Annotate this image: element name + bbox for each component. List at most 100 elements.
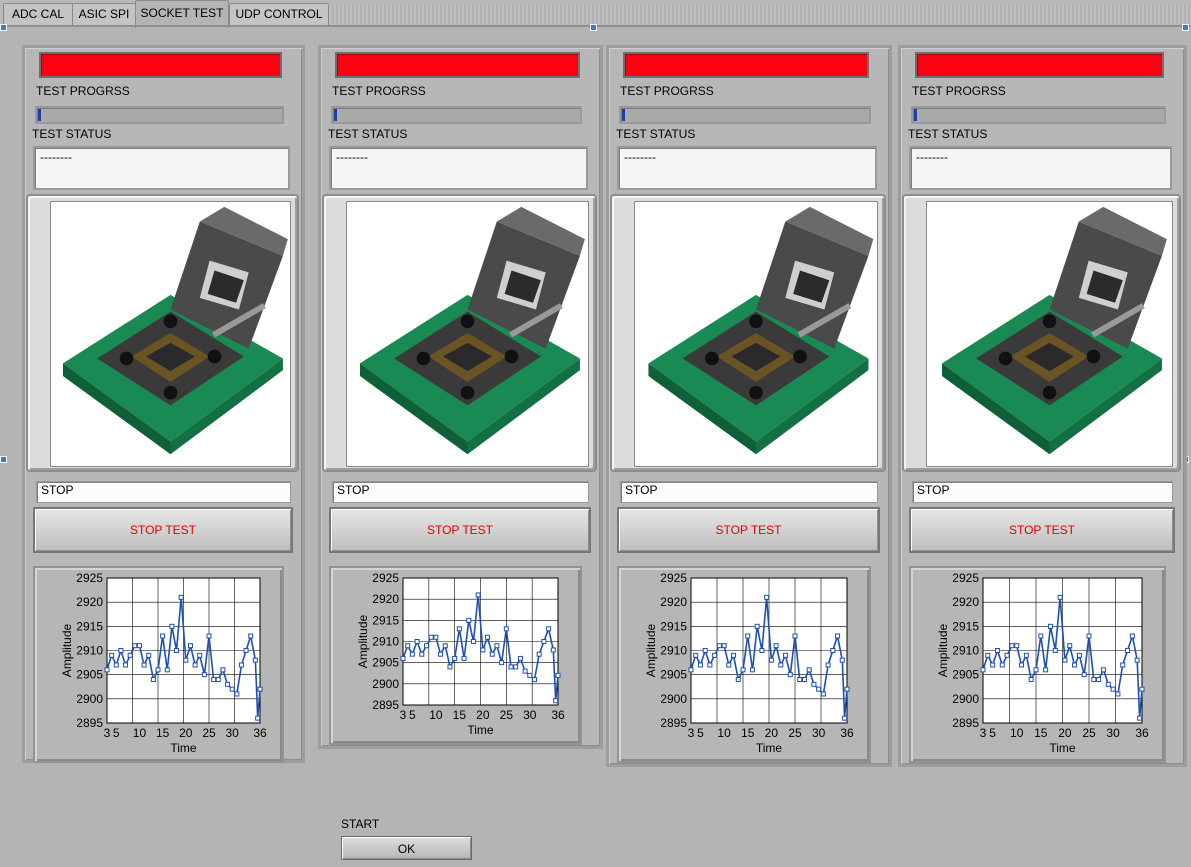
x-tick-label: 5 <box>697 726 704 740</box>
data-point <box>1125 648 1131 653</box>
data-point <box>1062 657 1068 663</box>
socket-photo-image <box>346 201 589 467</box>
data-point <box>1043 667 1049 673</box>
data-point <box>1134 657 1140 663</box>
y-tick-label: 2900 <box>952 692 979 706</box>
selection-handle[interactable] <box>1182 24 1189 31</box>
tab-asic-spi[interactable]: ASIC SPI <box>72 3 136 25</box>
socket-image-frame <box>902 194 1181 472</box>
data-point <box>248 633 254 639</box>
start-label: START <box>341 817 380 831</box>
data-point <box>1052 648 1058 653</box>
test-progress-label: TEST PROGRSS <box>620 84 714 98</box>
tab-socket-test[interactable]: SOCKET TEST <box>135 0 229 28</box>
data-point <box>452 655 458 661</box>
tab-adc-cal[interactable]: ADC CAL <box>3 3 73 25</box>
data-point <box>215 677 221 682</box>
socket-panel-3: TEST PROGRSS TEST STATUS -------- STOP S… <box>606 45 892 767</box>
y-tick-label: 2900 <box>76 692 103 706</box>
test-led-indicator <box>623 52 869 78</box>
test-progress-label: TEST PROGRSS <box>912 84 1006 98</box>
data-point <box>174 648 180 653</box>
data-point <box>787 672 793 678</box>
x-tick-label: 30 <box>1106 726 1120 740</box>
data-point <box>1139 686 1145 692</box>
test-led-indicator <box>39 52 282 78</box>
stop-test-button[interactable]: STOP TEST <box>33 507 293 553</box>
data-point <box>835 633 841 639</box>
data-point <box>155 667 161 673</box>
data-point <box>146 652 152 658</box>
data-point <box>768 657 774 663</box>
selection-handle[interactable] <box>0 24 7 31</box>
x-tick-label: 3 <box>980 726 987 740</box>
y-tick-label: 2920 <box>660 595 687 609</box>
data-point <box>252 657 258 663</box>
amplitude-time-graph: 2925 2920 2915 2910 2905 2900 2895 3 5 10 15 20 25 30… <box>329 566 582 745</box>
test-progress-bar <box>35 106 284 124</box>
data-point <box>104 667 110 673</box>
stop-status-field: STOP <box>912 481 1173 503</box>
test-progress-bar <box>911 106 1166 124</box>
y-tick-label: 2895 <box>952 716 979 730</box>
x-tick-label: 15 <box>741 726 755 740</box>
x-tick-label: 5 <box>113 726 120 740</box>
y-tick-label: 2920 <box>952 595 979 609</box>
stop-status-field: STOP <box>36 481 291 503</box>
test-progress-bar <box>619 106 871 124</box>
test-progress-bar <box>331 106 582 124</box>
data-point <box>745 633 751 639</box>
data-point <box>466 617 472 623</box>
data-point <box>1081 672 1087 678</box>
data-point <box>183 657 189 663</box>
data-point <box>494 643 500 649</box>
stop-test-button[interactable]: STOP TEST <box>329 507 591 553</box>
x-tick-label: 20 <box>1058 726 1072 740</box>
y-tick-label: 2925 <box>660 571 687 585</box>
socket-photo-image <box>634 201 878 467</box>
data-point <box>1047 623 1053 629</box>
test-status-field: -------- <box>909 146 1172 190</box>
stop-test-button[interactable]: STOP TEST <box>617 507 880 553</box>
tab-udp-control[interactable]: UDP CONTROL <box>229 3 329 25</box>
data-point <box>811 681 817 687</box>
selection-handle[interactable] <box>590 24 597 31</box>
y-tick-label: 2915 <box>660 619 687 633</box>
data-point <box>546 626 552 632</box>
data-point <box>716 643 722 649</box>
data-point <box>428 634 434 640</box>
progress-fill <box>334 109 337 121</box>
data-point <box>990 662 996 668</box>
x-tick-label: 25 <box>788 726 802 740</box>
data-point <box>1110 686 1116 692</box>
data-point <box>1086 633 1092 639</box>
data-point <box>773 643 779 649</box>
data-point <box>513 664 519 670</box>
y-tick-label: 2925 <box>76 571 103 585</box>
y-tick-label: 2905 <box>76 668 103 682</box>
y-tick-label: 2910 <box>660 644 687 658</box>
start-ok-button[interactable]: OK <box>341 836 472 860</box>
data-point <box>423 643 429 649</box>
progress-fill <box>622 109 625 121</box>
data-point <box>447 664 453 670</box>
y-tick-label: 2895 <box>372 698 399 712</box>
data-point <box>980 667 986 673</box>
x-tick-label: 36 <box>1135 726 1149 740</box>
data-point <box>419 651 425 657</box>
socket-image-frame <box>610 194 886 472</box>
socket-panel-1: TEST PROGRSS TEST STATUS -------- STOP S… <box>22 45 305 763</box>
x-tick-label: 25 <box>1082 726 1096 740</box>
data-point <box>820 691 826 697</box>
test-led-indicator <box>335 52 580 78</box>
data-point <box>522 668 528 674</box>
data-point <box>688 667 694 673</box>
y-tick-label: 2915 <box>372 613 399 627</box>
socket-panel-2: TEST PROGRSS TEST STATUS -------- STOP S… <box>318 45 603 749</box>
test-status-label: TEST STATUS <box>32 127 112 141</box>
data-point <box>123 662 129 668</box>
data-point <box>503 626 509 632</box>
selection-handle[interactable] <box>0 456 7 463</box>
stop-test-button[interactable]: STOP TEST <box>909 507 1175 553</box>
data-point <box>1033 667 1039 673</box>
